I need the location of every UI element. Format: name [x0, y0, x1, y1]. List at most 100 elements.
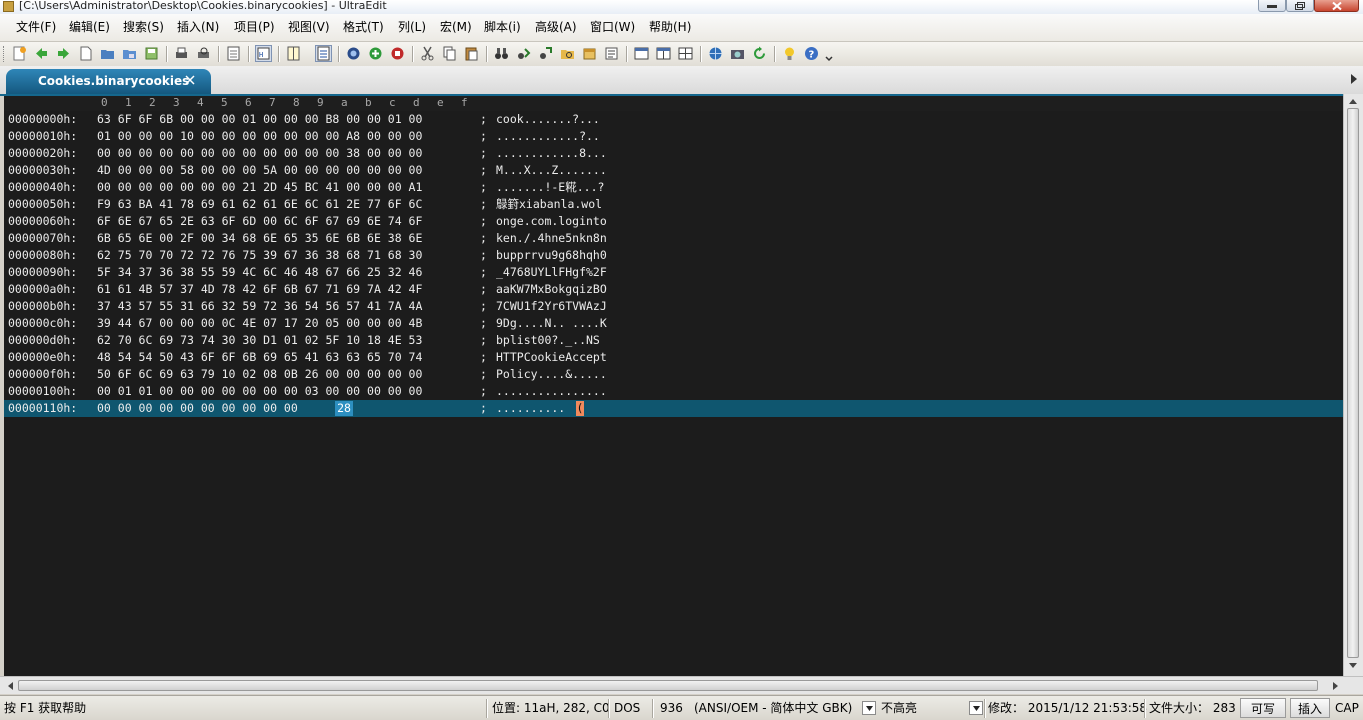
horizontal-scrollbar[interactable] [0, 676, 1363, 694]
text-cursor-char[interactable]: ( [576, 401, 584, 416]
print-icon[interactable] [173, 45, 190, 62]
hex-row[interactable]: 00000090h: 5F 34 37 36 38 55 59 4C 6C 46 … [4, 264, 1343, 281]
forward-arrow-icon[interactable] [55, 45, 72, 62]
refresh-icon[interactable] [751, 45, 768, 62]
scroll-up-icon[interactable] [1348, 97, 1358, 105]
tab-scroll-right-icon[interactable] [1349, 72, 1359, 86]
scroll-left-icon[interactable] [6, 681, 14, 691]
cut-icon[interactable] [419, 45, 436, 62]
toolbar-grip[interactable] [3, 46, 7, 62]
vertical-scroll-thumb[interactable] [1347, 108, 1359, 658]
tab-close-icon[interactable] [184, 74, 196, 86]
hex-row[interactable]: 00000050h: F9 63 BA 41 78 69 61 62 61 6E … [4, 196, 1343, 213]
hex-row[interactable]: 000000c0h: 39 44 67 00 00 00 0C 4E 07 17 … [4, 315, 1343, 332]
document-list-icon[interactable] [315, 45, 332, 62]
row-offset: 000000c0h: [8, 316, 78, 330]
open-folder-alt-icon[interactable] [121, 45, 138, 62]
menu-search[interactable]: 搜索(S) [123, 20, 164, 34]
camera-icon[interactable] [729, 45, 746, 62]
row-bytes: 00 01 01 00 00 00 00 00 00 00 03 00 00 0… [97, 384, 423, 398]
hex-row[interactable]: 000000e0h: 48 54 54 50 43 6F 6F 6B 69 65 … [4, 349, 1343, 366]
menu-project[interactable]: 项目(P) [234, 20, 275, 34]
binoculars-icon[interactable] [493, 45, 510, 62]
window-tile-icon[interactable] [677, 45, 694, 62]
box-icon[interactable] [581, 45, 598, 62]
status-position: 位置: 11aH, 282, C0 [492, 701, 610, 715]
column-view-icon[interactable] [285, 45, 302, 62]
list-icon[interactable] [603, 45, 620, 62]
menu-file[interactable]: 文件(F) [16, 20, 56, 34]
hex-row[interactable]: 00000010h: 01 00 00 00 10 00 00 00 00 00 … [4, 128, 1343, 145]
menu-help[interactable]: 帮助(H) [649, 20, 691, 34]
add-green-icon[interactable] [367, 45, 384, 62]
menu-column[interactable]: 列(L) [398, 20, 426, 34]
menu-script[interactable]: 脚本(i) [484, 20, 521, 34]
scroll-down-icon[interactable] [1348, 662, 1358, 670]
find-next-icon[interactable] [515, 45, 532, 62]
menu-window[interactable]: 窗口(W) [590, 20, 635, 34]
page-icon[interactable] [225, 45, 242, 62]
menu-format[interactable]: 格式(T) [343, 20, 384, 34]
status-highlight[interactable]: 不高亮 [881, 696, 917, 720]
back-arrow-icon[interactable] [33, 45, 50, 62]
scroll-right-icon[interactable] [1332, 681, 1340, 691]
print-preview-icon[interactable] [195, 45, 212, 62]
hex-editor[interactable]: 0 1 2 3 4 5 6 7 8 9 a b c d e f 00000000h: 63 6F 6F 6B 0… [4, 96, 1343, 676]
stop-red-icon[interactable] [389, 45, 406, 62]
copy-icon[interactable] [441, 45, 458, 62]
world-icon[interactable] [345, 45, 362, 62]
hex-row[interactable]: 00000020h: 00 00 00 00 00 00 00 00 00 00 … [4, 145, 1343, 162]
hex-mode-icon[interactable]: H [255, 45, 272, 62]
globe-icon[interactable] [707, 45, 724, 62]
status-line-ending[interactable]: DOS [614, 696, 640, 720]
row-bytes: 63 6F 6F 6B 00 00 00 01 00 00 00 B8 00 0… [97, 112, 423, 126]
window-icon[interactable] [633, 45, 650, 62]
hex-row[interactable]: 000000d0h: 62 70 6C 69 73 74 30 30 D1 01 … [4, 332, 1343, 349]
minimize-button[interactable] [1258, 0, 1286, 12]
hex-row[interactable]: 00000070h: 6B 65 6E 00 2F 00 34 68 6E 65 … [4, 230, 1343, 247]
ruler-column-label: d [413, 96, 420, 109]
new-file-icon[interactable] [11, 45, 28, 62]
save-icon[interactable] [143, 45, 160, 62]
folder-find-icon[interactable] [559, 45, 576, 62]
hex-row[interactable]: 00000030h: 4D 00 00 00 58 00 00 00 5A 00 … [4, 162, 1343, 179]
paste-icon[interactable] [463, 45, 480, 62]
ruler-column-label: f [461, 96, 468, 109]
menu-macro[interactable]: 宏(M) [440, 20, 472, 34]
status-encoding[interactable]: (ANSI/OEM - 简体中文 GBK) [694, 696, 852, 720]
horizontal-scroll-thumb[interactable] [18, 680, 1318, 691]
hex-row[interactable]: 00000100h: 00 01 01 00 00 00 00 00 00 00 … [4, 383, 1343, 400]
hex-row[interactable]: 000000b0h: 37 43 57 55 31 66 32 59 72 36 … [4, 298, 1343, 315]
window-title: [C:\Users\Administrator\Desktop\Cookies.… [19, 0, 387, 12]
insert-mode-button[interactable]: 插入 [1290, 698, 1330, 718]
hex-row[interactable]: 000000a0h: 61 61 4B 57 37 4D 78 42 6F 6B … [4, 281, 1343, 298]
new-document-icon[interactable] [77, 45, 94, 62]
help-icon[interactable]: ? [803, 45, 820, 62]
selected-byte[interactable]: 28 [335, 401, 353, 416]
tab-cookies-binarycookies[interactable]: Cookies.binarycookies [6, 69, 211, 94]
open-folder-icon[interactable] [99, 45, 116, 62]
window-split-icon[interactable] [655, 45, 672, 62]
hex-row[interactable]: 00000080h: 62 75 70 70 72 72 76 75 39 67 … [4, 247, 1343, 264]
highlight-dropdown[interactable] [969, 701, 983, 715]
vertical-scrollbar[interactable] [1343, 94, 1363, 676]
hex-row[interactable]: 00000000h: 63 6F 6F 6B 00 00 00 01 00 00 … [4, 111, 1343, 128]
replace-icon[interactable] [537, 45, 554, 62]
ruler-column-label: 2 [149, 96, 156, 109]
maximize-button[interactable] [1286, 0, 1314, 12]
lightbulb-icon[interactable] [781, 45, 798, 62]
hex-row[interactable]: 00000060h: 6F 6E 67 65 2E 63 6F 6D 00 6C … [4, 213, 1343, 230]
hex-row[interactable]: 000000f0h: 50 6F 6C 69 63 79 10 02 08 0B … [4, 366, 1343, 383]
row-offset: 00000070h: [8, 231, 78, 245]
encoding-dropdown[interactable] [862, 701, 876, 715]
menu-edit[interactable]: 编辑(E) [69, 20, 110, 34]
writable-toggle-button[interactable]: 可写 [1240, 698, 1286, 718]
close-window-button[interactable] [1314, 0, 1359, 12]
menu-advanced[interactable]: 高级(A) [535, 20, 577, 34]
menu-insert[interactable]: 插入(N) [177, 20, 219, 34]
hex-row-current[interactable]: 00000110h: 00 00 00 00 00 00 00 00 00 00… [4, 400, 1343, 417]
toolbar-overflow-chevron-icon[interactable] [824, 45, 834, 62]
hex-row[interactable]: 00000040h: 00 00 00 00 00 00 00 21 2D 45 … [4, 179, 1343, 196]
menu-view[interactable]: 视图(V) [288, 20, 330, 34]
row-separator: ; [480, 367, 487, 381]
